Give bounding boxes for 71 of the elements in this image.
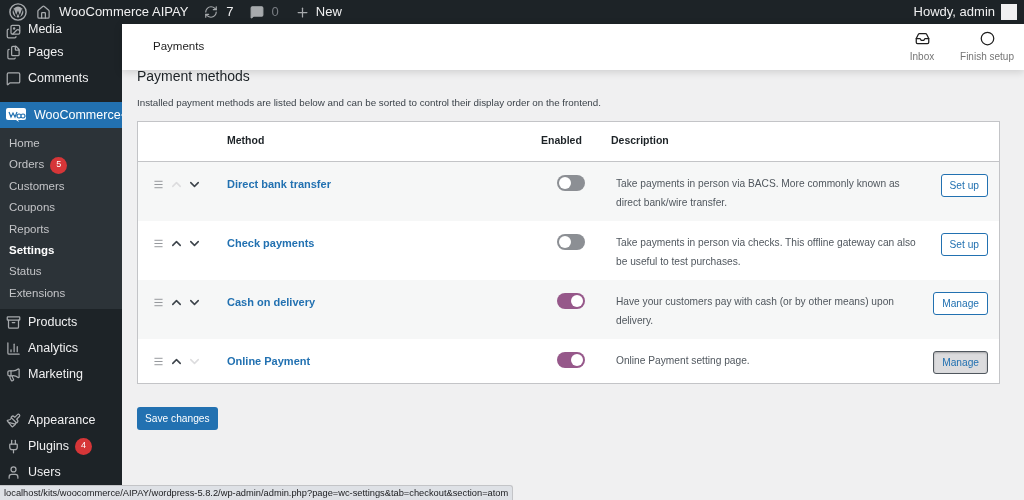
plug-icon	[6, 438, 21, 454]
megaphone-icon	[6, 366, 21, 382]
method-link[interactable]: Online Payment	[227, 350, 541, 370]
submenu-item[interactable]: Customers	[0, 175, 122, 198]
method-description: Take payments in person via checks. This offline gateway can also be useful to test purchases.	[616, 235, 916, 269]
section-description: Installed payment methods are listed below and can be sorted to control their display order on the frontend.	[137, 96, 602, 110]
submenu-item[interactable]: Orders 5	[0, 154, 122, 176]
inbox-button[interactable]: Inbox	[894, 24, 950, 70]
woo-logo-icon	[6, 108, 26, 122]
sidebar-item[interactable]: Users	[0, 459, 122, 486]
section-heading: Payment methods	[137, 67, 251, 86]
action-button[interactable]: Set up	[940, 232, 988, 256]
images-icon	[6, 24, 21, 39]
drag-handle-icon[interactable]	[153, 355, 164, 367]
sidebar-item[interactable]: Appearance	[0, 407, 122, 434]
logo-icon[interactable]	[9, 3, 27, 21]
action-button[interactable]: Set up	[940, 173, 988, 197]
inbox-icon	[914, 30, 930, 46]
count-badge: 4	[75, 437, 92, 455]
toggle-switch[interactable]	[557, 351, 585, 368]
updates-count[interactable]: 7	[226, 2, 234, 22]
plus-icon[interactable]	[294, 4, 310, 20]
column-header: Enabled	[541, 133, 583, 149]
count-badge: 5	[50, 156, 68, 174]
sidebar-item[interactable]: Marketing	[0, 361, 122, 388]
new-link[interactable]: New	[315, 2, 342, 22]
sidebar-item[interactable]: Products	[0, 309, 122, 336]
column-header: Method	[227, 133, 266, 149]
page-title: Payments	[153, 39, 205, 55]
toggle-switch[interactable]	[557, 233, 585, 250]
home-icon[interactable]	[36, 4, 51, 20]
sidebar-item[interactable]: Comments	[0, 65, 122, 91]
submenu-item[interactable]: Reports	[0, 218, 122, 240]
bar-chart-icon	[6, 340, 21, 356]
drag-handle-icon[interactable]	[153, 296, 164, 308]
sidebar-item[interactable]: Media	[0, 24, 122, 39]
method-link[interactable]: Direct bank transfer	[227, 173, 541, 193]
submenu-item[interactable]: Coupons	[0, 197, 122, 219]
manage-button[interactable]: Manage	[933, 350, 988, 374]
method-link[interactable]: Check payments	[227, 232, 541, 252]
drag-handle-icon[interactable]	[153, 178, 164, 190]
status-bar: localhost/kits/woocommerce/AIPAY/wordpress-5.8.2/wp-admin/admin.php?page=wc-settings&tab=checkout&section=atom	[0, 485, 514, 500]
comment-icon	[6, 70, 21, 86]
method-description: Have your customers pay with cash (or by other means) upon delivery.	[616, 294, 896, 328]
action-button[interactable]: Manage	[933, 291, 988, 315]
column-header: Description	[611, 133, 669, 149]
method-description: Online Payment setting page.	[616, 353, 751, 368]
greeting-link[interactable]: Howdy, admin	[913, 2, 995, 22]
documents-icon	[6, 44, 21, 60]
comment-icon[interactable]	[249, 5, 264, 19]
submenu-item[interactable]: Home	[0, 133, 122, 155]
submenu-item[interactable]: Status	[0, 261, 122, 283]
submenu-item[interactable]: Extensions	[0, 282, 122, 305]
site-name-link[interactable]: WooCommerce AIPAY	[59, 2, 189, 22]
refresh-icon[interactable]	[204, 5, 219, 19]
toggle-switch[interactable]	[557, 174, 585, 191]
sidebar-item[interactable]: Analytics	[0, 335, 122, 362]
method-description: Take payments in person via BACS. More commonly known as direct bank/wire transfer.	[616, 176, 901, 210]
toggle-switch[interactable]	[557, 292, 585, 309]
save-changes-button[interactable]: Save changes	[137, 406, 218, 430]
user-icon	[6, 464, 21, 480]
circle-icon	[979, 30, 995, 46]
method-link[interactable]: Cash on delivery	[227, 291, 541, 311]
archive-icon	[6, 314, 21, 330]
paintbrush-icon	[6, 412, 21, 428]
submenu-item[interactable]: Settings	[0, 239, 122, 262]
finish-setup-button[interactable]: Finish setup	[950, 24, 1024, 70]
comments-count[interactable]: 0	[271, 2, 279, 22]
sidebar-item[interactable]: Pages	[0, 39, 122, 65]
drag-handle-icon[interactable]	[153, 237, 164, 249]
sidebar-item[interactable]: Plugins 4	[0, 433, 122, 460]
